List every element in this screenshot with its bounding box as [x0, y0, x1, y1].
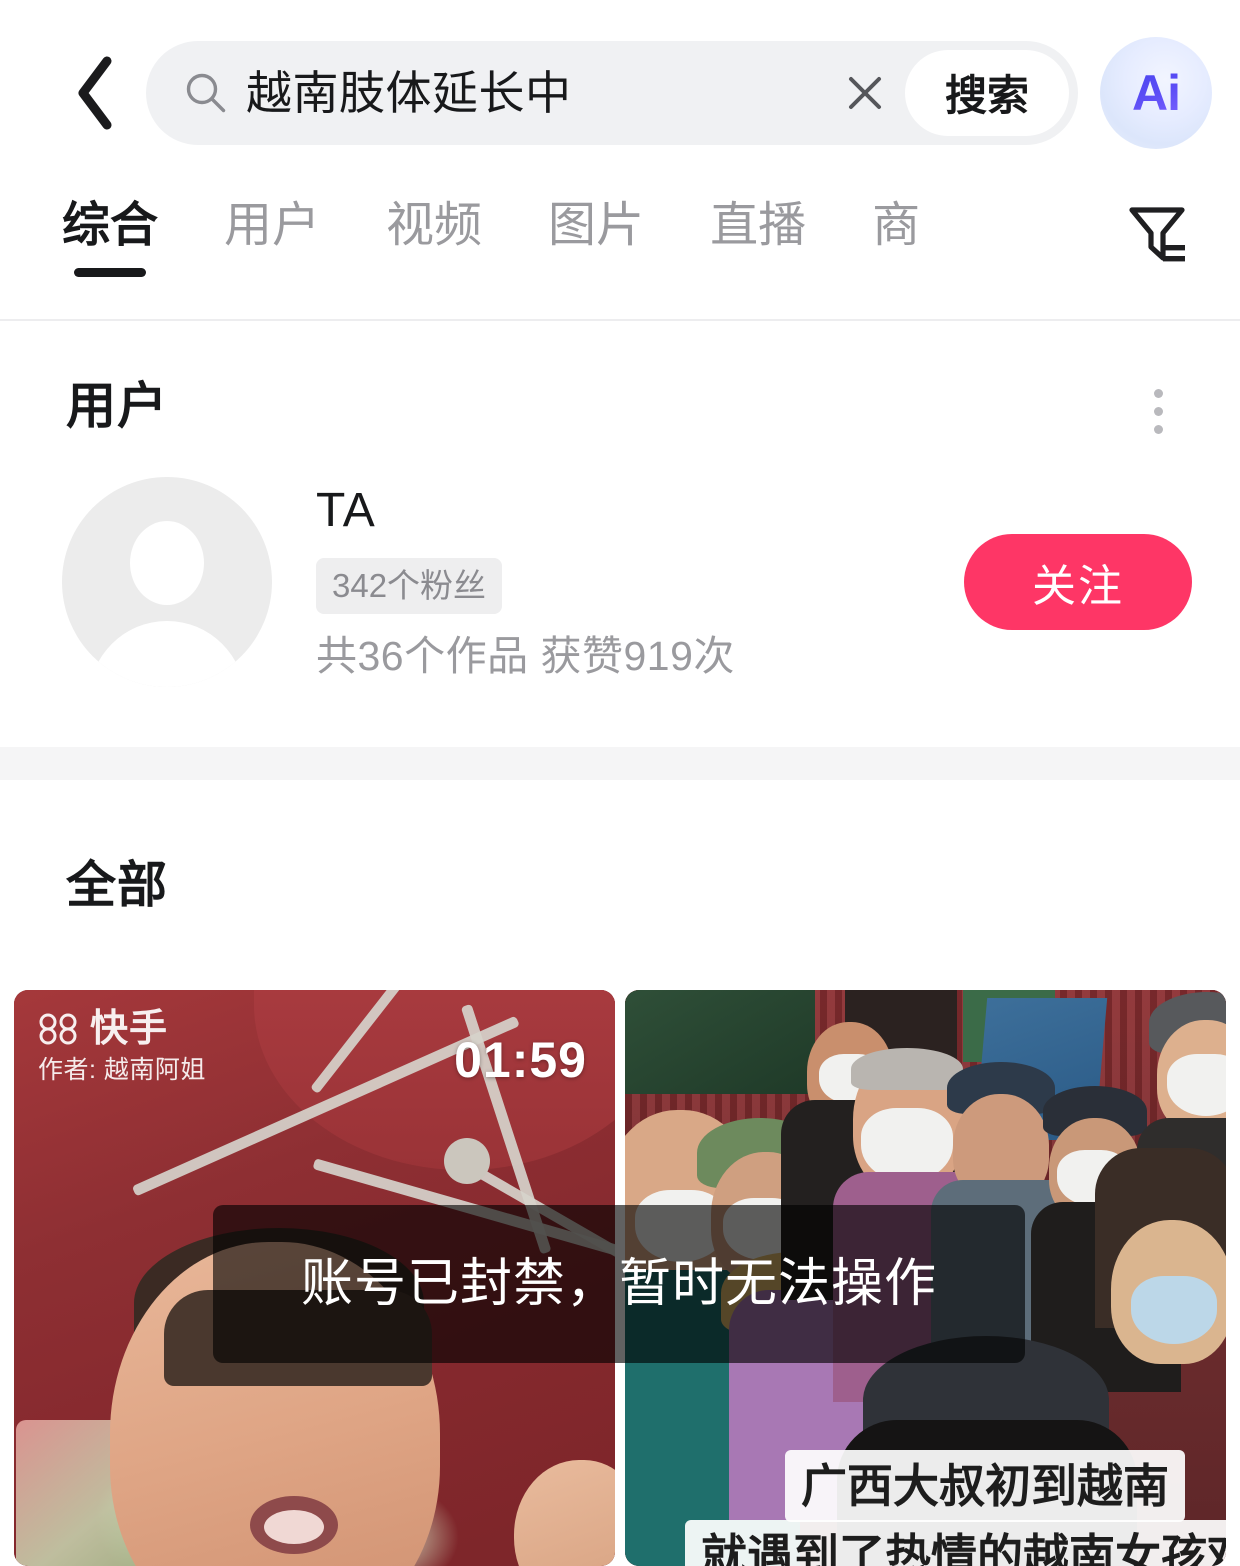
tab-label: 综合	[62, 199, 159, 252]
toast-notification: 账号已封禁，暂时无法操作	[213, 1205, 1025, 1363]
avatar[interactable]	[62, 477, 272, 687]
search-input[interactable]: 越南肢体延长中	[246, 41, 829, 145]
ai-assistant-icon: Ai	[1132, 64, 1181, 121]
status-badge: 342个粉丝	[316, 558, 503, 614]
tab-直播[interactable]: 直播	[710, 185, 806, 261]
search-submit-button[interactable]: 搜索	[904, 49, 1069, 136]
clear-search-button[interactable]	[829, 57, 901, 129]
user-results-section: 用户 TA 342个粉丝 共36个作品 获赞919次 关注	[0, 321, 1240, 747]
video-subtitle-line-2: 就遇到了热情的越南女孩欢迎	[685, 1520, 1226, 1566]
user-meta: TA 342个粉丝 共36个作品 获赞919次	[316, 482, 964, 682]
filter-button[interactable]	[1118, 195, 1196, 273]
ai-assistant-button[interactable]: Ai	[1100, 36, 1212, 149]
toast-message: 账号已封禁，暂时无法操作	[300, 1255, 937, 1313]
video-duration: 01:59	[454, 1032, 587, 1088]
search-field-container[interactable]: 越南肢体延长中 搜索	[146, 40, 1078, 145]
close-icon	[848, 76, 881, 109]
search-icon	[186, 73, 226, 112]
section-title-all: 全部	[66, 857, 168, 913]
tab-active-indicator	[74, 268, 146, 277]
tab-label: 用户	[224, 199, 321, 252]
follow-button[interactable]: 关注	[964, 534, 1192, 630]
default-avatar-icon	[130, 521, 204, 605]
tab-图片[interactable]: 图片	[548, 185, 644, 261]
user-stats: 共36个作品 获赞919次	[316, 633, 735, 679]
video-author: 作者: 越南阿姐	[38, 1056, 206, 1084]
platform-name: 快手	[90, 1008, 169, 1050]
back-chevron-icon	[78, 56, 112, 129]
tab-视频[interactable]: 视频	[386, 185, 482, 261]
section-title-user: 用户	[66, 378, 168, 434]
user-result-item[interactable]: TA 342个粉丝 共36个作品 获赞919次 关注	[0, 445, 1240, 747]
search-result-tabs: 综合 用户 视频 图片 直播 商	[0, 185, 1240, 321]
kuaishou-logo-icon	[39, 1013, 77, 1045]
all-results-section: 全部 快手 作者: 越南阿姐 01:59 广西大叔初到越南 就遇到了热情的越南女…	[0, 780, 1240, 1566]
back-button[interactable]	[62, 47, 128, 139]
top-search-bar: 越南肢体延长中 搜索 Ai	[0, 0, 1240, 185]
more-vertical-icon	[1153, 388, 1163, 398]
user-name: TA	[316, 484, 376, 537]
filter-funnel-icon	[1129, 207, 1185, 262]
tab-label: 视频	[386, 199, 483, 252]
tab-label: 直播	[710, 199, 807, 252]
video-subtitle-line-1: 广西大叔初到越南	[785, 1450, 1185, 1522]
tab-label: 图片	[548, 199, 645, 252]
default-avatar-icon	[89, 621, 245, 687]
tab-label: 商	[872, 199, 921, 252]
tab-用户[interactable]: 用户	[224, 185, 320, 261]
platform-watermark: 快手	[38, 1010, 168, 1048]
more-options-button[interactable]	[1124, 377, 1192, 445]
user-section-header: 用户	[0, 321, 1240, 445]
tab-综合[interactable]: 综合	[62, 185, 159, 277]
tab-商品[interactable]: 商	[872, 185, 920, 261]
more-vertical-icon	[1153, 424, 1163, 434]
section-divider-band	[0, 747, 1240, 780]
more-vertical-icon	[1153, 406, 1163, 416]
